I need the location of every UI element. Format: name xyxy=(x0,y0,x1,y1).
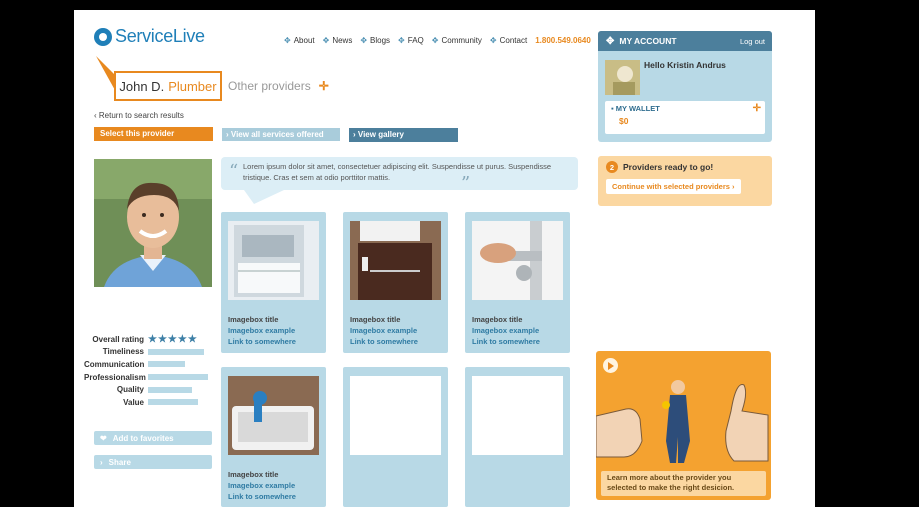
account-icon: ✥ xyxy=(606,35,615,47)
gallery-item-link[interactable]: Link to somewhere xyxy=(350,336,441,347)
ready-count-badge: 2 xyxy=(606,161,618,173)
thumbs-illustration xyxy=(596,380,769,463)
wallet-amount: $0 xyxy=(619,116,629,126)
gallery-item-link[interactable]: Link to somewhere xyxy=(472,336,563,347)
rating-label: Timeliness xyxy=(102,347,144,357)
nav-dot-icon: ✥ xyxy=(322,36,330,45)
rating-row: Value xyxy=(84,396,214,409)
quote-open-icon: “ xyxy=(229,161,239,182)
provider-quote: “ Lorem ipsum dolor sit amet, consectetu… xyxy=(221,157,578,194)
quote-tail xyxy=(244,190,284,204)
promo-video-panel[interactable]: Learn more about the provider you select… xyxy=(596,351,771,500)
gallery-item-empty xyxy=(343,367,448,507)
rating-label: Professionalism xyxy=(84,372,146,382)
gallery-item[interactable]: Imagebox title Imagebox example Link to … xyxy=(343,212,448,353)
heart-icon: ❤ xyxy=(100,433,107,443)
rating-bar xyxy=(148,348,204,355)
add-to-favorites-button[interactable]: ❤ Add to favorites xyxy=(94,431,212,445)
provider-photo xyxy=(94,159,212,287)
gallery-item[interactable]: Imagebox title Imagebox example Link to … xyxy=(465,212,570,353)
gallery-thumb-vanity xyxy=(350,221,441,300)
star-icon: ★★★★★ xyxy=(148,333,198,345)
overall-rating: Overall rating ★★★★★ xyxy=(92,333,198,345)
nav-faq[interactable]: ✥ FAQ xyxy=(398,36,424,45)
my-wallet[interactable]: ▪ MY WALLET $0 ✛ xyxy=(605,101,765,134)
chevron-right-icon: › xyxy=(729,182,735,191)
rating-row: Communication xyxy=(84,358,214,371)
rating-row: Timeliness xyxy=(84,346,214,359)
share-button[interactable]: › Share xyxy=(94,455,212,469)
chevron-right-icon: › xyxy=(100,457,103,467)
rating-bar xyxy=(148,374,208,381)
page: ServiceLive ✥ About ✥ News ✥ Blogs ✥ FAQ ✥ Co… xyxy=(74,10,815,507)
avatar xyxy=(605,60,640,95)
gallery-thumb-dishwasher xyxy=(228,221,319,300)
providers-ready-panel: 2 Providers ready to go! Continue with s… xyxy=(598,156,772,206)
promo-text: Learn more about the provider you select… xyxy=(601,471,766,496)
nav-community[interactable]: ✥ Community xyxy=(432,36,482,45)
rating-bar xyxy=(148,361,185,368)
gallery-item-example[interactable]: Imagebox example xyxy=(228,325,319,336)
rating-bar xyxy=(148,399,198,406)
gallery-item-example[interactable]: Imagebox example xyxy=(350,325,441,336)
nav-dot-icon: ✥ xyxy=(431,36,439,45)
return-to-results-link[interactable]: ‹ Return to search results xyxy=(94,111,184,120)
view-services-button[interactable]: › View all services offered xyxy=(222,128,340,141)
my-account-panel: ✥ MY ACCOUNT Log out Hello Kristin Andru… xyxy=(598,31,772,142)
rating-bar xyxy=(148,386,192,393)
rating-label: Value xyxy=(123,397,144,407)
provider-name-tab: John D. Plumber xyxy=(114,71,222,101)
nav-dot-icon: ✥ xyxy=(284,36,291,45)
gallery-item[interactable]: Imagebox title Imagebox example Link to … xyxy=(221,367,326,507)
gallery-item-title: Imagebox title xyxy=(228,470,279,479)
rating-row: Quality xyxy=(84,383,214,396)
logo-text: ServiceLive xyxy=(115,26,205,46)
quote-close-icon: ” xyxy=(461,173,471,194)
account-greeting: Hello Kristin Andrus xyxy=(644,60,726,70)
rating-row: Professionalism xyxy=(84,371,214,384)
top-nav: ✥ About ✥ News ✥ Blogs ✥ FAQ ✥ Community ✥ Con… xyxy=(284,36,591,45)
gallery-item-link[interactable]: Link to somewhere xyxy=(228,336,319,347)
logout-link[interactable]: Log out xyxy=(740,37,765,46)
gallery-thumb-toilet-tank xyxy=(228,376,319,455)
plus-icon[interactable]: ✛ xyxy=(753,103,761,114)
gallery-item-title: Imagebox title xyxy=(472,315,523,324)
view-gallery-button[interactable]: › View gallery xyxy=(349,128,458,142)
gallery-item-title: Imagebox title xyxy=(350,315,401,324)
servicelive-logo[interactable]: ServiceLive xyxy=(94,26,205,47)
provider-name: John D. xyxy=(119,78,165,94)
gallery-thumb-pipe xyxy=(472,221,563,300)
plus-icon: ✛ xyxy=(318,79,329,93)
nav-dot-icon: ✥ xyxy=(489,36,497,45)
provider-trade: Plumber xyxy=(168,78,217,94)
phone-number: 1.800.549.0640 xyxy=(535,36,591,45)
logo-mark-icon xyxy=(94,27,112,46)
gallery-thumb-empty xyxy=(350,376,441,455)
rating-label: Communication xyxy=(84,359,145,369)
nav-news[interactable]: ✥ News xyxy=(323,36,353,45)
continue-button[interactable]: Continue with selected providers › xyxy=(606,179,741,194)
gallery-item-example[interactable]: Imagebox example xyxy=(228,480,319,491)
select-provider-button[interactable]: Select this provider xyxy=(94,127,213,141)
gallery-thumb-empty xyxy=(472,376,563,455)
gallery-item-example[interactable]: Imagebox example xyxy=(472,325,563,336)
ratings-panel: Overall rating ★★★★★ Timeliness Communica… xyxy=(84,333,214,409)
my-account-header: ✥ MY ACCOUNT Log out xyxy=(598,31,772,51)
nav-dot-icon: ✥ xyxy=(398,36,405,45)
nav-about[interactable]: ✥ About xyxy=(284,36,315,45)
nav-blogs[interactable]: ✥ Blogs xyxy=(360,36,390,45)
nav-contact[interactable]: ✥ Contact xyxy=(490,36,527,45)
gallery-item-empty xyxy=(465,367,570,507)
gallery-item[interactable]: Imagebox title Imagebox example Link to … xyxy=(221,212,326,353)
gallery-item-link[interactable]: Link to somewhere xyxy=(228,491,319,502)
rating-label: Quality xyxy=(116,385,144,395)
ready-text: Providers ready to go! xyxy=(623,162,714,172)
gallery-item-title: Imagebox title xyxy=(228,315,279,324)
nav-dot-icon: ✥ xyxy=(360,36,368,45)
other-providers-link[interactable]: Other providers ✛ xyxy=(228,79,329,93)
